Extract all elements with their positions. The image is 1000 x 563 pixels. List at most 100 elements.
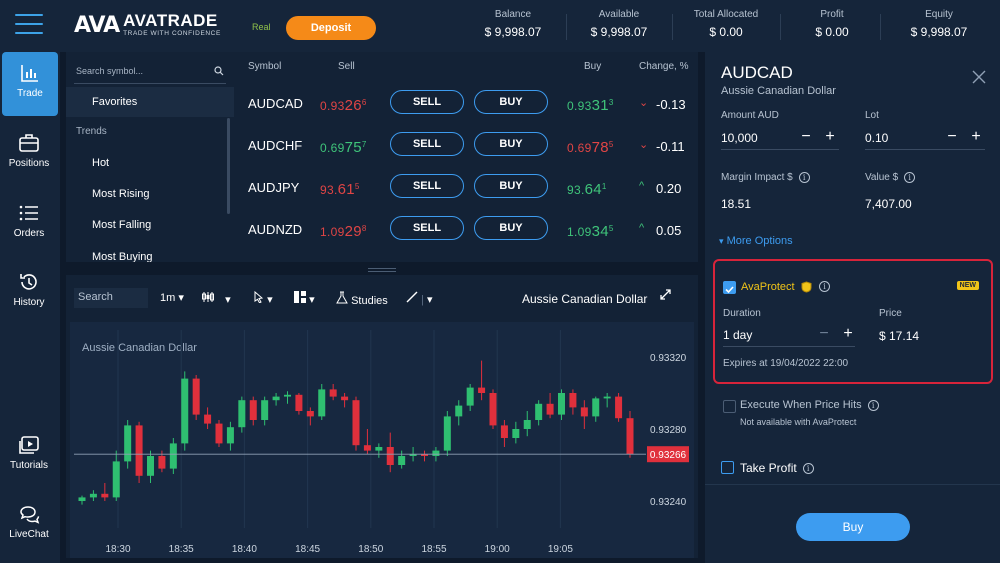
top-header: AVA AVATRADE TRADE WITH CONFIDENCE Real … bbox=[0, 0, 1000, 52]
candle-body bbox=[249, 400, 257, 420]
close-icon[interactable] bbox=[972, 70, 986, 84]
quote-row[interactable]: AUDNZD 1.09298 SELL BUY 1.09345 ^ 0.05 bbox=[234, 208, 698, 250]
info-icon[interactable]: i bbox=[798, 172, 810, 183]
amount-input[interactable]: 10,000 − + bbox=[721, 128, 839, 150]
decrement-icon[interactable]: − bbox=[799, 128, 813, 146]
category-most-buying[interactable]: Most Buying bbox=[66, 242, 234, 262]
quote-symbol: AUDJPY bbox=[248, 180, 300, 195]
lot-label: Lot bbox=[865, 110, 879, 121]
nav-item-tutorials[interactable]: Tutorials bbox=[0, 424, 58, 488]
info-icon[interactable]: i bbox=[802, 463, 814, 475]
increment-icon[interactable]: + bbox=[823, 128, 837, 146]
buy-button[interactable]: Buy bbox=[796, 513, 910, 541]
chart-svg: Aussie Canadian Dollar 18:30 18:35 18:40 18:… bbox=[74, 330, 689, 555]
candle-body bbox=[169, 443, 177, 469]
buy-button[interactable]: BUY bbox=[474, 132, 548, 156]
execute-label-text: Execute When Price Hits bbox=[740, 399, 862, 411]
timeframe-dropdown[interactable]: 1m ▾ bbox=[160, 291, 184, 304]
chat-icon bbox=[20, 506, 40, 524]
sell-button[interactable]: SELL bbox=[390, 90, 464, 114]
symbol-search-input[interactable]: Search symbol... bbox=[74, 60, 226, 84]
info-icon[interactable]: i bbox=[819, 281, 830, 292]
panel-resize-handle[interactable] bbox=[368, 268, 396, 272]
fullscreen-icon[interactable] bbox=[660, 289, 671, 300]
candle-body bbox=[363, 445, 371, 451]
candle-body bbox=[489, 393, 497, 426]
category-most-falling[interactable]: Most Falling bbox=[66, 210, 234, 240]
duration-value: 1 day bbox=[723, 328, 753, 342]
stat-value: $ 9,998.07 bbox=[484, 25, 542, 39]
layout-icon bbox=[294, 291, 306, 303]
price-fraction: 5 bbox=[354, 182, 360, 191]
avaprotect-checkbox[interactable] bbox=[723, 281, 736, 294]
nav-item-positions[interactable]: Positions bbox=[0, 122, 58, 186]
buy-button[interactable]: BUY bbox=[474, 90, 548, 114]
category-most-rising[interactable]: Most Rising bbox=[66, 179, 234, 209]
candlestick-chart[interactable]: Aussie Canadian Dollar 18:30 18:35 18:40 18:… bbox=[70, 322, 694, 558]
buy-button[interactable]: BUY bbox=[474, 174, 548, 198]
quotes-table: Symbol Sell Buy Change, % AUDCAD 0.93266 S… bbox=[234, 52, 698, 262]
studies-label: Studies bbox=[351, 295, 388, 307]
nav-item-livechat[interactable]: LiveChat bbox=[0, 493, 58, 557]
increment-icon[interactable]: + bbox=[969, 128, 983, 146]
nav-item-history[interactable]: History bbox=[0, 261, 58, 325]
more-options-toggle[interactable]: ▾ More Options bbox=[719, 235, 793, 247]
decrement-icon[interactable]: − bbox=[817, 325, 831, 343]
price-pips: 64 bbox=[584, 181, 602, 198]
execute-when-price-hits-checkbox[interactable] bbox=[723, 400, 736, 413]
stat-equity: Equity $ 9,998.07 bbox=[898, 9, 980, 39]
quote-row[interactable]: AUDCAD 0.93266 SELL BUY 0.93313 ⌄ -0.13 bbox=[234, 82, 698, 124]
price-prefix: 0.69 bbox=[567, 141, 592, 155]
candle-body bbox=[603, 396, 611, 399]
divider bbox=[566, 14, 567, 40]
candle-body bbox=[101, 493, 109, 498]
info-icon[interactable]: i bbox=[867, 399, 879, 411]
stat-label: Profit bbox=[820, 9, 844, 20]
draw-tool-dropdown[interactable]: | ▾ bbox=[406, 291, 433, 306]
menu-icon[interactable] bbox=[15, 14, 43, 36]
column-header-sell: Sell bbox=[338, 61, 355, 72]
x-tick-label: 19:05 bbox=[548, 544, 573, 555]
nav-item-trade[interactable]: Trade bbox=[2, 52, 58, 116]
candle-body bbox=[512, 429, 520, 438]
stat-value: $ 0.00 bbox=[815, 25, 849, 39]
avatrade-logo: AVA AVATRADE TRADE WITH CONFIDENCE bbox=[74, 10, 221, 40]
category-hot[interactable]: Hot bbox=[66, 148, 234, 178]
take-profit-checkbox[interactable] bbox=[721, 461, 734, 474]
candle-body bbox=[261, 400, 269, 420]
scrollbar[interactable] bbox=[227, 118, 230, 214]
duration-input[interactable]: 1 day − + bbox=[723, 325, 855, 347]
deposit-button[interactable]: Deposit bbox=[286, 16, 376, 40]
y-tick-label: 0.93240 bbox=[650, 497, 687, 508]
nav-label: History bbox=[13, 297, 45, 308]
quote-row[interactable]: AUDJPY 93.615 SELL BUY 93.641 ^ 0.20 bbox=[234, 166, 698, 208]
sell-button[interactable]: SELL bbox=[390, 174, 464, 198]
decrement-icon[interactable]: − bbox=[945, 128, 959, 146]
chart-type-dropdown[interactable]: ▾ bbox=[202, 291, 231, 306]
price-pips: 29 bbox=[344, 223, 362, 240]
price-pips: 78 bbox=[591, 139, 609, 156]
value-value: 7,407.00 bbox=[865, 197, 912, 211]
nav-item-orders[interactable]: Orders bbox=[0, 192, 58, 256]
layout-dropdown[interactable]: ▾ bbox=[294, 291, 315, 306]
studies-button[interactable]: Studies bbox=[336, 291, 388, 307]
quote-row[interactable]: AUDCHF 0.69757 SELL BUY 0.69785 ⌄ -0.11 bbox=[234, 124, 698, 166]
sell-button[interactable]: SELL bbox=[390, 132, 464, 156]
price-prefix: 1.09 bbox=[320, 225, 345, 239]
info-icon[interactable]: i bbox=[904, 172, 916, 183]
buy-button[interactable]: BUY bbox=[474, 216, 548, 240]
lot-input[interactable]: 0.10 − + bbox=[865, 128, 985, 150]
execute-note: Not available with AvaProtect bbox=[740, 417, 857, 427]
cursor-tool-dropdown[interactable]: ▾ bbox=[254, 290, 273, 306]
execute-when-price-hits-label: Execute When Price Hits i bbox=[740, 399, 879, 411]
chart-search-input[interactable]: Search bbox=[74, 288, 148, 308]
candle-body bbox=[147, 456, 154, 476]
margin-impact-label: Margin Impact $ i bbox=[721, 172, 810, 183]
price-fraction: 3 bbox=[608, 98, 614, 107]
sell-button[interactable]: SELL bbox=[390, 216, 464, 240]
increment-icon[interactable]: + bbox=[841, 325, 855, 343]
category-favorites[interactable]: Favorites bbox=[66, 87, 234, 117]
candle-body bbox=[226, 427, 234, 444]
stat-label: Available bbox=[598, 9, 640, 20]
timeframe-value: 1m bbox=[160, 292, 176, 304]
